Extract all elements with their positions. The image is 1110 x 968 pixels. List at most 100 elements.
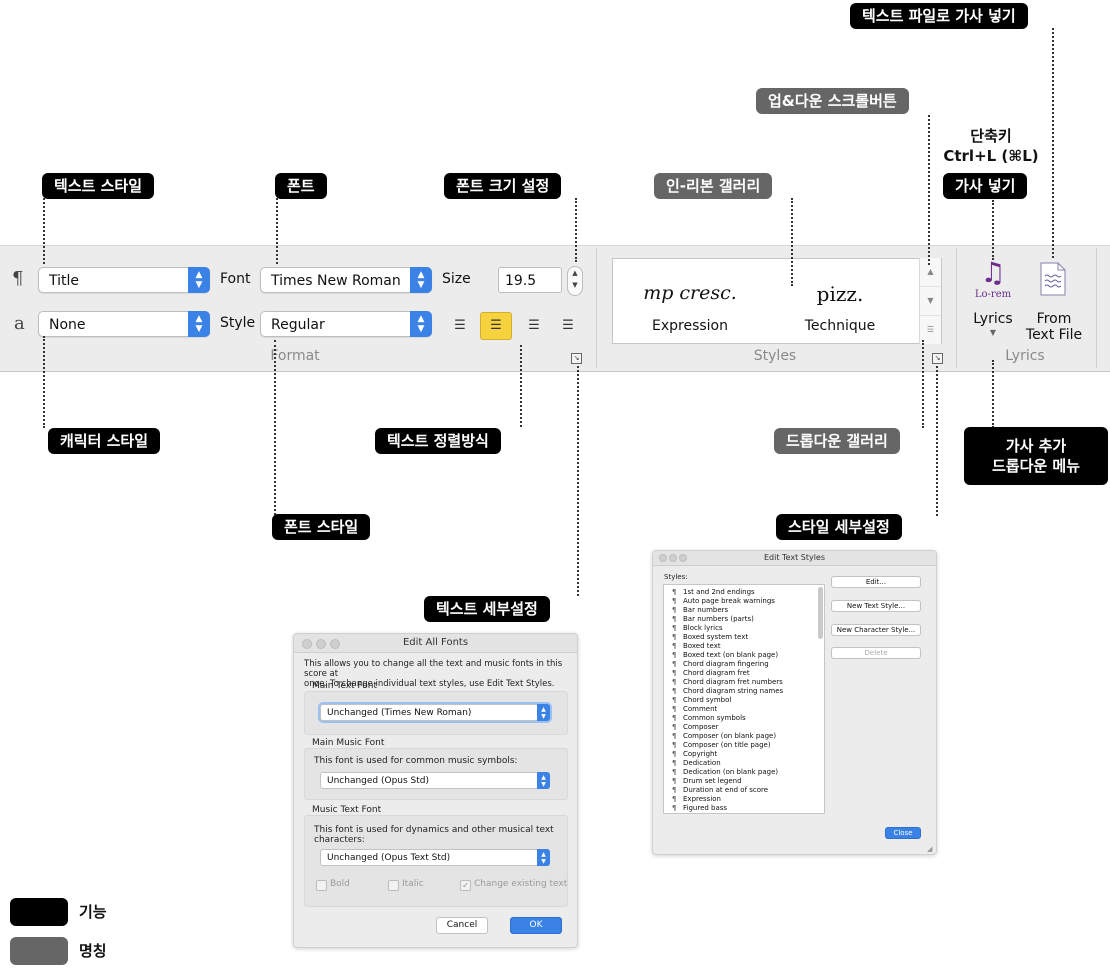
font-select[interactable]: Times New Roman ▲ ▼: [260, 267, 432, 293]
change-existing-checkbox[interactable]: ✓: [460, 880, 471, 891]
list-item[interactable]: ¶ Boxed system text: [672, 633, 748, 642]
chevron-updown-icon: ▲ ▼: [410, 311, 432, 337]
legend-name-label: 명칭: [79, 942, 107, 960]
list-item[interactable]: ¶ Dedication: [672, 759, 721, 768]
close-button[interactable]: Close: [885, 827, 921, 839]
list-item[interactable]: ¶ Duration at end of score: [672, 786, 768, 795]
list-item[interactable]: ¶ Dedication (on blank page): [672, 768, 778, 777]
main-music-value: Unchanged (Opus Std): [327, 776, 430, 786]
list-item[interactable]: ¶ Block lyrics: [672, 624, 723, 633]
paragraph-style-icon: ¶: [672, 615, 677, 623]
paragraph-style-icon: ¶: [672, 696, 677, 704]
resize-grip-icon[interactable]: ◢: [927, 845, 932, 853]
font-style-select[interactable]: Regular ▲ ▼: [260, 311, 432, 337]
italic-checkbox[interactable]: [388, 880, 399, 891]
list-item[interactable]: ¶ 1st and 2nd endings: [672, 588, 755, 597]
list-item[interactable]: ¶ Composer: [672, 723, 719, 732]
callout-font-style: 폰트 스타일: [272, 514, 371, 540]
list-item-label: Chord diagram string names: [683, 687, 784, 695]
text-style-select[interactable]: Title ▲ ▼: [38, 267, 210, 293]
main-text-font-select[interactable]: Unchanged (Times New Roman) ▲ ▼: [320, 704, 550, 721]
list-item-label: Common symbols: [683, 714, 746, 722]
dialog-titlebar: Edit Text Styles: [653, 551, 936, 566]
leader-line: [276, 198, 278, 264]
list-item[interactable]: ¶ Boxed text: [672, 642, 721, 651]
from-text-file-line1: From: [1036, 311, 1072, 327]
list-item-label: Chord diagram fret: [683, 669, 750, 677]
delete-style-button[interactable]: Delete: [831, 647, 921, 659]
callout-shortcut-line1: 단축키: [970, 127, 1012, 145]
chevron-updown-icon: ▲ ▼: [188, 267, 210, 293]
callout-text-align: 텍스트 정렬방식: [375, 428, 501, 454]
list-item[interactable]: ¶ Chord diagram fingering: [672, 660, 769, 669]
list-item[interactable]: ¶ Chord symbol: [672, 696, 731, 705]
music-text-font-select[interactable]: Unchanged (Opus Text Std) ▲ ▼: [320, 849, 550, 866]
align-left-button[interactable]: ☰: [448, 314, 472, 338]
list-item[interactable]: ¶ Copyright: [672, 750, 717, 759]
callout-font-size: 폰트 크기 설정: [444, 173, 562, 199]
align-right-button[interactable]: ☰: [522, 314, 546, 338]
minimize-window-button[interactable]: [316, 639, 326, 649]
list-item[interactable]: ¶ Bar numbers (parts): [672, 615, 754, 624]
list-item-label: Boxed system text: [683, 633, 749, 641]
paragraph-style-icon: ¶: [672, 732, 677, 740]
list-item[interactable]: ¶ Bar numbers: [672, 606, 728, 615]
leader-line: [936, 366, 938, 516]
main-text-font-label: Main Text Font: [312, 681, 378, 691]
lyrics-group-label: Lyrics: [1005, 348, 1045, 364]
list-item[interactable]: ¶ Chord diagram fret numbers: [672, 678, 783, 687]
list-item[interactable]: ¶ Chord diagram fret: [672, 669, 750, 678]
chevron-updown-icon: ▲ ▼: [537, 704, 550, 721]
list-item[interactable]: ¶ Figured bass: [672, 804, 727, 813]
zoom-window-button[interactable]: [679, 554, 687, 562]
align-center-button[interactable]: ☰: [480, 312, 512, 340]
list-item[interactable]: ¶ Drum set legend: [672, 777, 742, 786]
font-size-stepper[interactable]: ▲ ▼: [567, 266, 583, 296]
scroll-down-button[interactable]: ▼: [920, 287, 941, 316]
italic-label: Italic: [402, 879, 424, 889]
callout-lyrics-from-file: 텍스트 파일로 가사 넣기: [850, 3, 1028, 29]
list-item[interactable]: ¶ Auto page break warnings: [672, 597, 775, 606]
from-text-file-line2: Text File: [1025, 327, 1083, 343]
list-item[interactable]: ¶ Composer (on blank page): [672, 732, 776, 741]
leader-line: [575, 198, 577, 262]
list-item[interactable]: ¶ Expression: [672, 795, 721, 804]
close-window-button[interactable]: [659, 554, 667, 562]
font-size-input[interactable]: 19.5: [498, 267, 562, 293]
styles-list[interactable]: ¶ 1st and 2nd endings ¶ Auto page break war…: [663, 584, 825, 814]
zoom-window-button[interactable]: [330, 639, 340, 649]
music-text-desc-line2: characters:: [314, 835, 365, 845]
lyrics-button[interactable]: Lyrics: [966, 311, 1020, 327]
music-text-value: Unchanged (Opus Text Std): [327, 853, 451, 863]
minimize-window-button[interactable]: [669, 554, 677, 562]
bold-checkbox[interactable]: [316, 880, 327, 891]
list-item[interactable]: ¶ Composer (on title page): [672, 741, 771, 750]
list-item[interactable]: ¶ Chord diagram string names: [672, 687, 783, 696]
styles-dialog-launcher[interactable]: ↘: [932, 353, 943, 364]
paragraph-style-icon: ¶: [672, 606, 677, 614]
paragraph-style-icon: ¶: [672, 624, 677, 632]
format-dialog-launcher[interactable]: ↘: [571, 353, 582, 364]
from-text-file-button[interactable]: From Text File: [1020, 311, 1088, 343]
edit-style-button[interactable]: Edit...: [831, 576, 921, 588]
gallery-item-technique[interactable]: Technique: [778, 318, 902, 334]
main-music-font-select[interactable]: Unchanged (Opus Std) ▲ ▼: [320, 772, 550, 789]
list-item[interactable]: ¶ Boxed text (on blank page): [672, 651, 778, 660]
callout-text-detail: 텍스트 세부설정: [424, 596, 550, 622]
callout-char-style: 캐릭터 스타일: [48, 428, 161, 454]
list-item[interactable]: ¶ Comment: [672, 705, 717, 714]
align-justify-button[interactable]: ☰: [556, 314, 580, 338]
cancel-button[interactable]: Cancel: [436, 917, 488, 934]
scroll-up-button[interactable]: ▲: [920, 258, 941, 287]
ok-button[interactable]: OK: [510, 917, 562, 934]
font-style-value: Regular: [271, 317, 325, 333]
new-text-style-button[interactable]: New Text Style...: [831, 600, 921, 612]
gallery-item-expression[interactable]: Expression: [628, 318, 752, 334]
new-character-style-button[interactable]: New Character Style...: [831, 624, 921, 636]
paragraph-style-icon: ¶: [672, 633, 677, 641]
character-style-select[interactable]: None ▲ ▼: [38, 311, 210, 337]
close-window-button[interactable]: [302, 639, 312, 649]
list-item[interactable]: ¶ Common symbols: [672, 714, 746, 723]
list-scrollbar-thumb[interactable]: [818, 587, 823, 639]
text-style-value: Title: [49, 273, 80, 289]
